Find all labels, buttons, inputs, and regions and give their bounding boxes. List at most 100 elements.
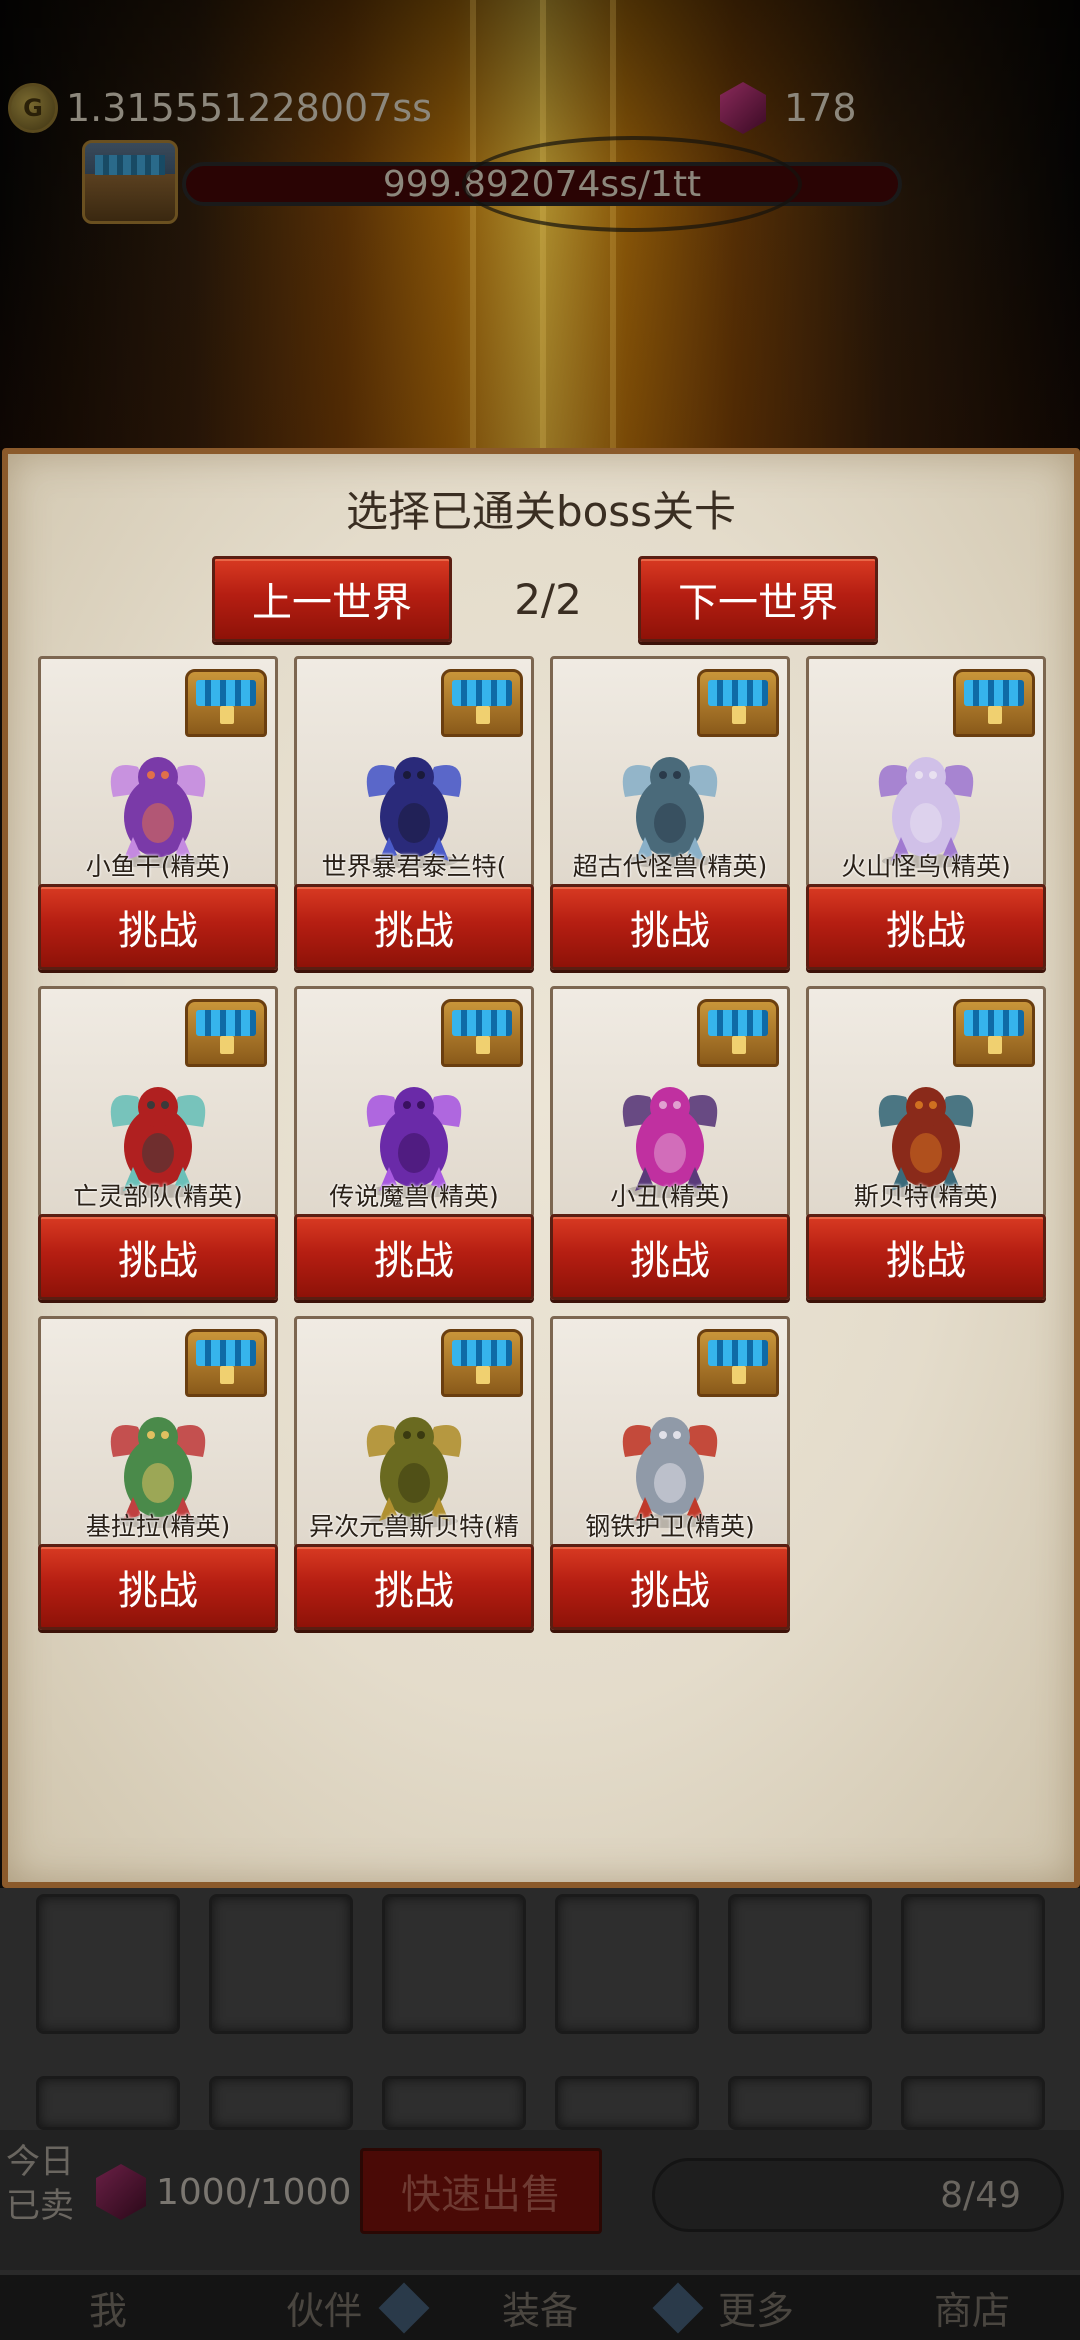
chest-lock [220,1036,234,1054]
boss-name: 异次元兽斯贝特(精 [309,1512,519,1541]
chest-band [964,1010,1024,1036]
treasure-chest-icon [185,999,267,1067]
boss-card: 火山怪鸟(精英) 挑战 [806,656,1046,972]
challenge-button[interactable]: 挑战 [38,884,278,970]
boss-name: 小鱼干(精英) [85,852,231,881]
boss-name: 小丑(精英) [610,1182,730,1211]
challenge-button[interactable]: 挑战 [294,1544,534,1630]
treasure-chest-icon [441,1329,523,1397]
sold-today-line2: 已卖 [6,2186,74,2226]
challenge-button[interactable]: 挑战 [550,1214,790,1300]
boss-name: 斯贝特(精英) [853,1182,999,1211]
treasure-chest-icon [697,669,779,737]
challenge-button[interactable]: 挑战 [294,1214,534,1300]
ornament-swirl [462,136,802,232]
chest-lock [732,706,746,724]
boss-portrait-frame[interactable]: 小鱼干(精英) [38,656,278,888]
boss-name: 基拉拉(精英) [85,1512,231,1541]
challenge-button[interactable]: 挑战 [550,1544,790,1630]
chest-band [452,680,512,706]
nav-tab-shop[interactable]: 商店 [864,2280,1080,2335]
challenge-button[interactable]: 挑战 [550,884,790,970]
bottom-nav: 我 伙伴 装备 更多 商店 [0,2272,1080,2340]
treasure-chest-icon [82,140,178,224]
boss-portrait-frame[interactable]: 钢铁护卫(精英) [550,1316,790,1548]
boss-name: 钢铁护卫(精英) [585,1512,755,1541]
inventory-slot [382,1894,526,2034]
boss-card: 小鱼干(精英) 挑战 [38,656,278,972]
challenge-button[interactable]: 挑战 [806,1214,1046,1300]
inventory-slot [36,2076,180,2130]
boss-portrait-frame[interactable]: 超古代怪兽(精英) [550,656,790,888]
inventory-capacity: 8/49 [652,2158,1064,2232]
treasure-chest-icon [185,1329,267,1397]
chest-lock [476,1366,490,1384]
boss-portrait-frame[interactable]: 亡灵部队(精英) [38,986,278,1218]
boss-card: 斯贝特(精英) 挑战 [806,986,1046,1302]
boss-hp-row: 999.892074ss/1tt [82,136,922,232]
sold-today-label: 今日 已卖 [6,2140,86,2228]
chest-lock [476,706,490,724]
prev-world-button[interactable]: 上一世界 [212,556,452,642]
chest-lock [220,706,234,724]
boss-card: 世界暴君泰兰特( 挑战 [294,656,534,972]
boss-portrait-frame[interactable]: 异次元兽斯贝特(精 [294,1316,534,1548]
chest-band [196,1010,256,1036]
challenge-button[interactable]: 挑战 [38,1544,278,1630]
inventory-slot [555,2076,699,2130]
boss-portrait-frame[interactable]: 基拉拉(精英) [38,1316,278,1548]
chest-band [452,1340,512,1366]
inventory-slot [36,1894,180,2034]
chest-band [708,680,768,706]
nav-tab-equipment[interactable]: 装备 [432,2280,648,2335]
inventory-slot [555,1894,699,2034]
treasure-chest-icon [697,999,779,1067]
boss-select-dialog: 选择已通关boss关卡 上一世界 2/2 下一世界 小鱼干(精英) 挑战 世界暴… [2,448,1080,1888]
boss-portrait-frame[interactable]: 斯贝特(精英) [806,986,1046,1218]
inventory-slot [901,2076,1045,2130]
treasure-chest-icon [185,669,267,737]
boss-card: 小丑(精英) 挑战 [550,986,790,1302]
boss-portrait-frame[interactable]: 小丑(精英) [550,986,790,1218]
chest-lock [732,1366,746,1384]
challenge-button[interactable]: 挑战 [806,884,1046,970]
treasure-chest-icon [441,999,523,1067]
gem-amount: 178 [784,86,857,130]
boss-card: 异次元兽斯贝特(精 挑战 [294,1316,534,1632]
treasure-chest-icon [953,999,1035,1067]
inventory-slot [728,2076,872,2130]
chest-lock [988,1036,1002,1054]
quick-sell-button[interactable]: 快速出售 [360,2148,602,2234]
boss-card: 亡灵部队(精英) 挑战 [38,986,278,1302]
challenge-button[interactable]: 挑战 [294,884,534,970]
gem-icon [720,82,766,134]
next-world-button[interactable]: 下一世界 [638,556,878,642]
chest-band [708,1340,768,1366]
boss-name: 超古代怪兽(精英) [572,852,768,881]
sold-today-line1: 今日 [6,2142,74,2182]
chest-band [708,1010,768,1036]
boss-portrait-frame[interactable]: 世界暴君泰兰特( [294,656,534,888]
dialog-title: 选择已通关boss关卡 [345,487,737,536]
chest-lock [988,706,1002,724]
boss-portrait-frame[interactable]: 火山怪鸟(精英) [806,656,1046,888]
chest-band [196,1340,256,1366]
inventory-slot [209,1894,353,2034]
gem-counter: 178 [720,78,857,138]
treasure-chest-icon [697,1329,779,1397]
gold-counter: G 1.31555122800​7ss [8,78,432,138]
inventory-slot [728,1894,872,2034]
treasure-chest-icon [441,669,523,737]
boss-card: 传说魔兽(精英) 挑战 [294,986,534,1302]
nav-tab-me[interactable]: 我 [0,2280,216,2335]
boss-name: 传说魔兽(精英) [329,1182,499,1211]
game-background-top: G 1.31555122800​7ss 178 999.892074ss/1tt [0,0,1080,450]
boss-name: 世界暴君泰兰特( [321,852,507,881]
treasure-chest-icon [953,669,1035,737]
inventory-slot [901,1894,1045,2034]
challenge-button[interactable]: 挑战 [38,1214,278,1300]
boss-card: 超古代怪兽(精英) 挑战 [550,656,790,972]
boss-name: 火山怪鸟(精英) [841,852,1011,881]
sold-count: 1000/1000 [156,2172,352,2213]
boss-portrait-frame[interactable]: 传说魔兽(精英) [294,986,534,1218]
